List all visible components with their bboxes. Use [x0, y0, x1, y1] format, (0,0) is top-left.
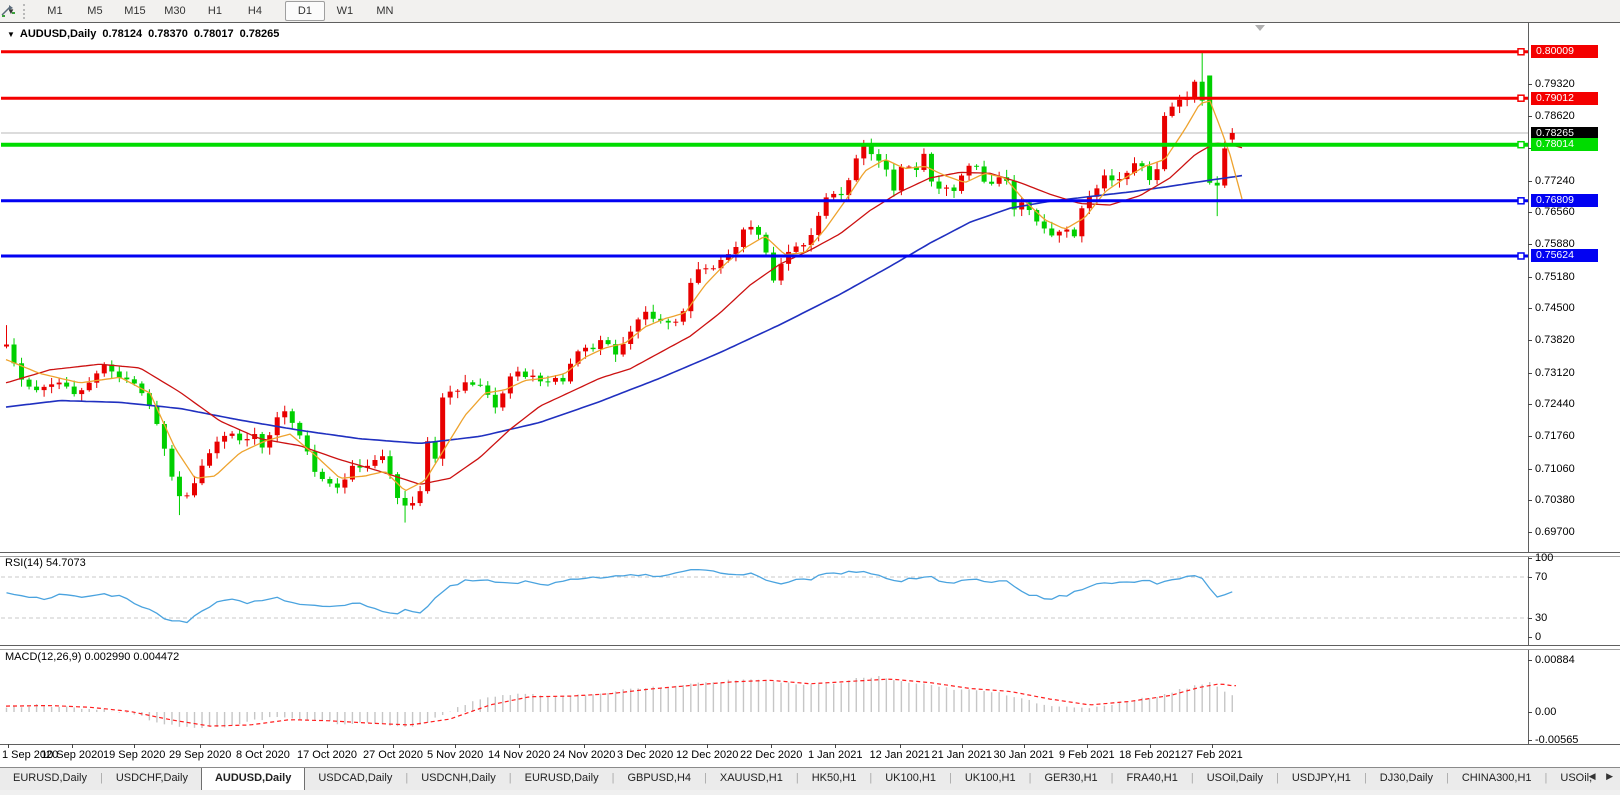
symbol-tab-usdchf-daily[interactable]: USDCHF,Daily	[103, 768, 201, 791]
date-tick-mark	[1024, 744, 1025, 748]
symbol-tab-uk100-h1[interactable]: UK100,H1	[952, 768, 1029, 791]
date-label: 30 Jan 2021	[994, 749, 1055, 761]
macd-tick-mark	[1528, 740, 1532, 741]
macd-signal-line	[6, 679, 1236, 726]
date-label: 21 Jan 2021	[932, 749, 993, 761]
symbol-tab-bar: EURUSD,Daily|USDCHF,DailyAUDUSD,DailyUSD…	[0, 767, 1620, 791]
date-label: 27 Feb 2021	[1181, 749, 1243, 761]
date-label: 27 Oct 2020	[363, 749, 423, 761]
symbol-tab-fra40-h1[interactable]: FRA40,H1	[1114, 768, 1191, 791]
symbol-tab-dj30-daily[interactable]: DJ30,Daily	[1367, 768, 1446, 791]
tab-scroll-arrows[interactable]: ◀ ▶	[1589, 771, 1617, 782]
date-label: 1 Jan 2021	[808, 749, 862, 761]
date-label: 9 Feb 2021	[1059, 749, 1115, 761]
symbol-tab-uk100-h1[interactable]: UK100,H1	[872, 768, 949, 791]
date-tick-mark	[707, 744, 708, 748]
trading-terminal-window: ▼ M1M5M15M30H1H4D1W1MN ▼AUDUSD,Daily0.78…	[0, 0, 1620, 795]
date-tick-mark	[771, 744, 772, 748]
date-tick-mark	[519, 744, 520, 748]
symbol-tab-audusd-daily[interactable]: AUDUSD,Daily	[201, 768, 305, 791]
symbol-tab-xauusd-h1[interactable]: XAUUSD,H1	[707, 768, 796, 791]
date-label: 5 Nov 2020	[427, 749, 483, 761]
symbol-tab-usdcnh-daily[interactable]: USDCNH,Daily	[408, 768, 509, 791]
symbol-tab-usdjpy-h1[interactable]: USDJPY,H1	[1279, 768, 1364, 791]
tab-bar-bottom-strip	[0, 790, 1620, 795]
symbol-tab-eurusd-daily[interactable]: EURUSD,Daily	[0, 768, 100, 791]
date-tick-mark	[455, 744, 456, 748]
macd-histogram	[7, 676, 1233, 728]
date-tick-mark	[134, 744, 135, 748]
symbol-tab-gbpusd-h4[interactable]: GBPUSD,H4	[614, 768, 704, 791]
symbol-tab-ger30-h1[interactable]: GER30,H1	[1031, 768, 1110, 791]
date-label: 18 Feb 2021	[1119, 749, 1181, 761]
symbol-tab-usdcad-daily[interactable]: USDCAD,Daily	[305, 768, 405, 791]
macd-axis-label: 0.00	[1535, 706, 1556, 718]
date-tick-mark	[962, 744, 963, 748]
macd-tick-mark	[1528, 712, 1532, 713]
date-tick-mark	[584, 744, 585, 748]
symbol-tab-usoil-daily[interactable]: USOil,Daily	[1194, 768, 1276, 791]
date-label: 10 Sep 2020	[41, 749, 103, 761]
date-tick-mark	[1150, 744, 1151, 748]
macd-canvas	[0, 0, 1620, 745]
date-label: 17 Oct 2020	[297, 749, 357, 761]
date-tick-mark	[1212, 744, 1213, 748]
date-tick-mark	[263, 744, 264, 748]
date-tick-mark	[645, 744, 646, 748]
date-tick-mark	[835, 744, 836, 748]
date-tick-mark	[1087, 744, 1088, 748]
date-label: 22 Dec 2020	[740, 749, 802, 761]
date-tick-mark	[900, 744, 901, 748]
date-label: 12 Dec 2020	[676, 749, 738, 761]
macd-axis-label: 0.00884	[1535, 654, 1575, 666]
date-tick-mark	[72, 744, 73, 748]
date-tick-mark	[327, 744, 328, 748]
symbol-tab-china300-h1[interactable]: CHINA300,H1	[1449, 768, 1545, 791]
date-tick-mark	[393, 744, 394, 748]
date-label: 12 Jan 2021	[870, 749, 931, 761]
macd-tick-mark	[1528, 660, 1532, 661]
symbol-tab-eurusd-daily[interactable]: EURUSD,Daily	[512, 768, 612, 791]
date-tick-mark	[8, 744, 9, 748]
date-label: 24 Nov 2020	[553, 749, 615, 761]
date-label: 19 Sep 2020	[103, 749, 165, 761]
date-tick-mark	[200, 744, 201, 748]
symbol-tab-hk50-h1[interactable]: HK50,H1	[799, 768, 870, 791]
macd-axis-label: -0.00565	[1535, 734, 1578, 746]
date-label: 14 Nov 2020	[488, 749, 550, 761]
date-label: 3 Dec 2020	[617, 749, 673, 761]
date-label: 29 Sep 2020	[169, 749, 231, 761]
date-label: 8 Oct 2020	[236, 749, 290, 761]
